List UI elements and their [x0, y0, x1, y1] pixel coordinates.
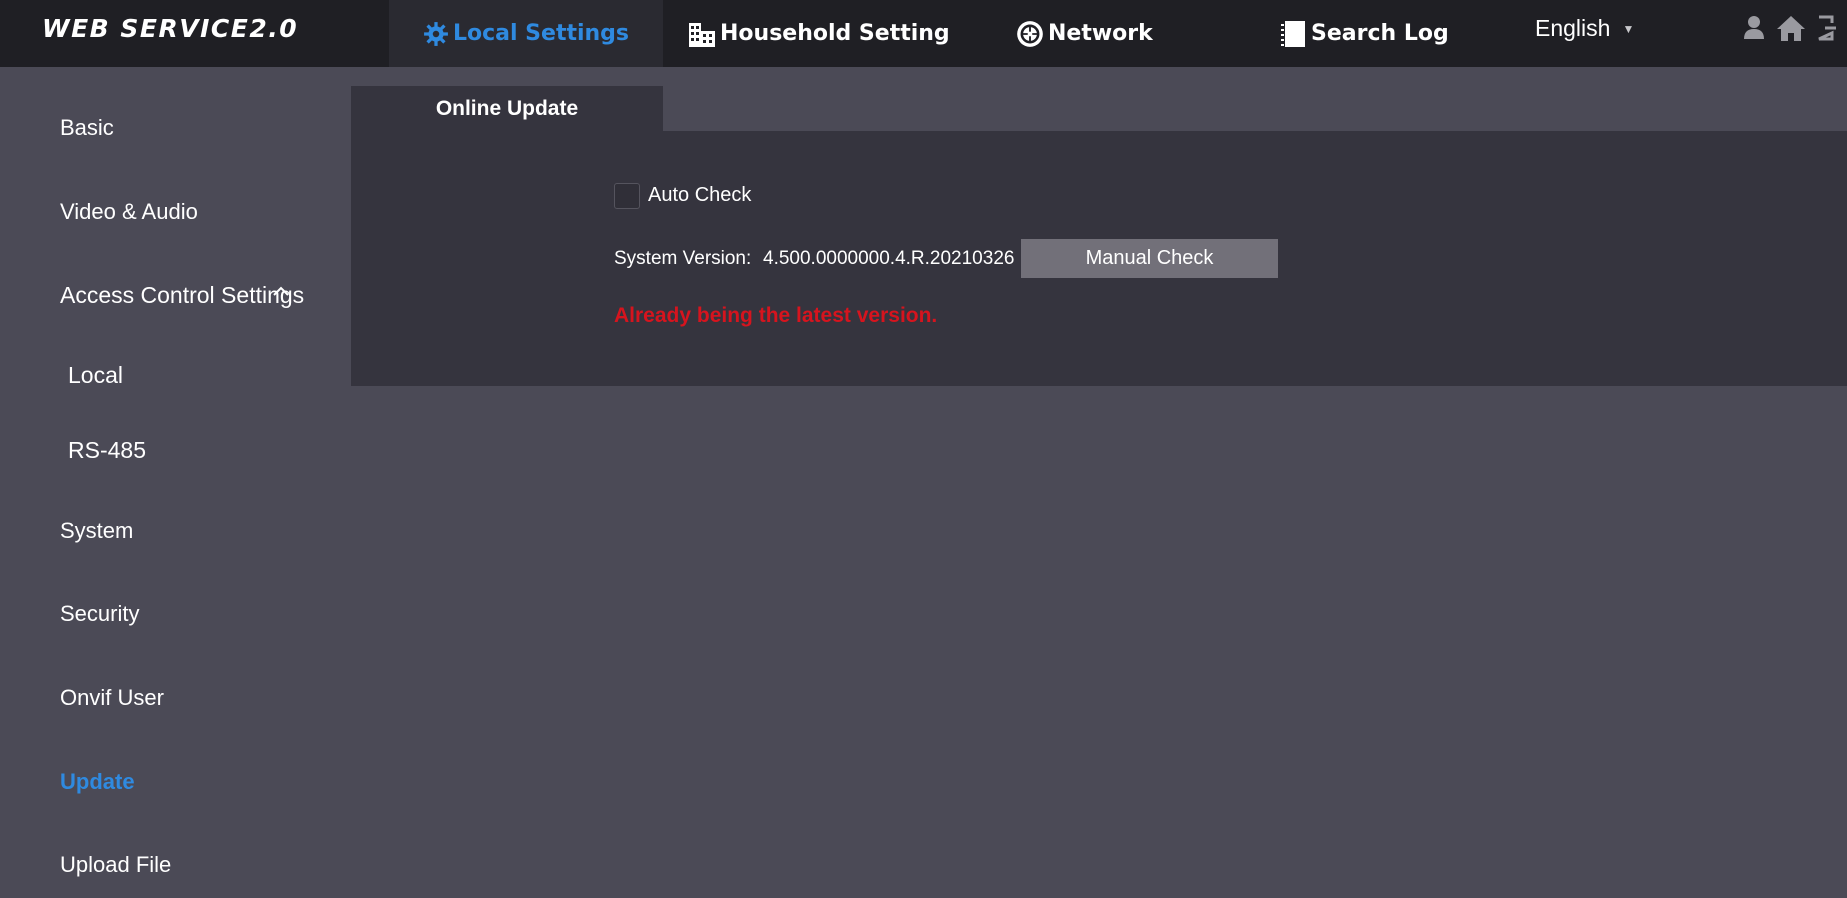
status-message: Already being the latest version. — [614, 304, 938, 327]
nav-label: Network — [1048, 21, 1153, 46]
nav-search-log[interactable]: Search Log — [1281, 0, 1449, 67]
chevron-up-icon[interactable] — [272, 282, 290, 301]
sidebar-item-basic[interactable]: Basic — [60, 115, 114, 141]
sidebar-item-security[interactable]: Security — [60, 601, 139, 627]
top-bar: WEB SERVICE2.0 Local Settings Household … — [0, 0, 1847, 67]
globe-icon — [1016, 20, 1044, 48]
sidebar-item-system[interactable]: System — [60, 518, 133, 544]
gear-icon — [423, 21, 449, 47]
auto-check-label: Auto Check — [648, 184, 752, 206]
user-icon[interactable] — [1742, 14, 1766, 42]
language-select[interactable]: English ▼ — [1535, 0, 1634, 57]
manual-check-button[interactable]: Manual Check — [1021, 239, 1278, 278]
sidebar-item-access-control-settings[interactable]: Access Control Settings — [60, 282, 304, 309]
nav-label: Household Setting — [720, 21, 950, 46]
sidebar-item-video-audio[interactable]: Video & Audio — [60, 199, 198, 225]
sidebar-item-upload-file[interactable]: Upload File — [60, 852, 171, 878]
tab-online-update[interactable]: Online Update — [351, 86, 663, 131]
system-version-value: 4.500.0000000.4.R.20210326 — [763, 248, 1015, 269]
sidebar-item-onvif-user[interactable]: Onvif User — [60, 685, 164, 711]
sidebar: Basic Video & Audio Access Control Setti… — [0, 67, 340, 898]
system-version-label: System Version: — [614, 248, 752, 269]
language-value: English — [1535, 15, 1611, 41]
building-icon — [688, 21, 716, 47]
logout-icon[interactable] — [1816, 14, 1836, 42]
logo: WEB SERVICE2.0 — [42, 14, 299, 43]
auto-check-checkbox[interactable] — [614, 183, 640, 209]
nav-label: Search Log — [1311, 21, 1449, 46]
log-icon — [1281, 20, 1307, 48]
nav-label: Local Settings — [452, 21, 630, 46]
caret-down-icon: ▼ — [1622, 21, 1635, 36]
home-icon[interactable] — [1776, 14, 1806, 42]
nav-network[interactable]: Network — [1016, 0, 1153, 67]
nav-household-setting[interactable]: Household Setting — [688, 0, 950, 67]
header-icons — [1742, 14, 1836, 42]
sidebar-item-local[interactable]: Local — [68, 362, 123, 389]
nav-local-settings[interactable]: Local Settings — [389, 0, 663, 67]
sidebar-item-rs-485[interactable]: RS-485 — [68, 437, 146, 464]
sidebar-item-update[interactable]: Update — [60, 769, 135, 795]
